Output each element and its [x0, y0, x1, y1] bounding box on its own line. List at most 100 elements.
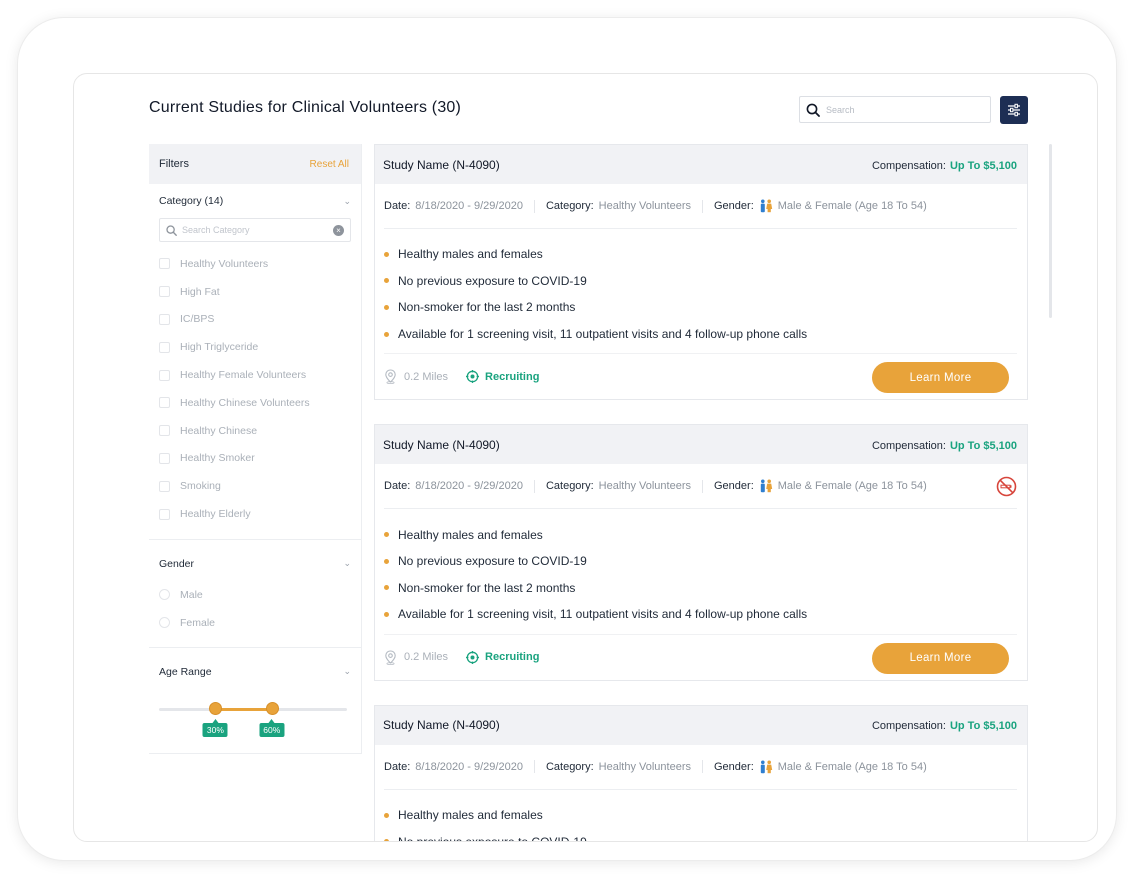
reset-all-link[interactable]: Reset All: [310, 159, 349, 170]
category-option[interactable]: Healthy Chinese: [159, 417, 351, 445]
category-option-label: Healthy Female Volunteers: [180, 369, 307, 382]
date-value: 8/18/2020 - 9/29/2020: [415, 760, 523, 773]
study-meta: Date: 8/18/2020 - 9/29/2020 Category: Healt…: [384, 184, 1017, 229]
checkbox[interactable]: [159, 341, 170, 353]
bullet-dot: [384, 611, 389, 617]
category-option-label: IC/BPS: [180, 313, 215, 326]
compensation-value: Up To $5,100: [949, 720, 1017, 733]
criteria-item: Non-smoker for the last 2 months: [384, 575, 1027, 602]
checkbox[interactable]: [159, 425, 170, 437]
bullet-dot: [384, 251, 389, 257]
category-value: Healthy Volunteers: [598, 480, 691, 493]
status-text: Recruiting: [485, 651, 540, 664]
radio-button[interactable]: [159, 589, 170, 601]
criteria-text: Available for 1 screening visit, 11 outp…: [398, 327, 808, 342]
checkbox[interactable]: [159, 258, 170, 270]
page-title: Current Studies for Clinical Volunteers …: [149, 99, 462, 116]
gender-option[interactable]: Female: [159, 609, 351, 637]
filter-settings-button[interactable]: [1000, 96, 1028, 124]
study-name[interactable]: Study Name (N-4090): [383, 438, 500, 452]
age-range-title: Age Range: [159, 665, 212, 678]
slider-max-label: 60%: [259, 718, 285, 737]
category-option[interactable]: Healthy Elderly: [159, 500, 351, 528]
checkbox[interactable]: [159, 480, 170, 492]
study-list: Study Name (N-4090) Compensation: Up To $5…: [374, 144, 1028, 842]
divider: [533, 199, 535, 213]
compensation-label: Compensation:: [871, 439, 946, 452]
study-card: Study Name (N-4090) Compensation: Up To $5…: [374, 144, 1028, 401]
slider-min-handle[interactable]: [209, 701, 223, 715]
category-option[interactable]: Smoking: [159, 472, 351, 500]
criteria-item: No previous exposure to COVID-19: [384, 548, 1027, 575]
gender-option[interactable]: Male: [159, 581, 351, 609]
age-range-slider[interactable]: 30% 60%: [159, 690, 351, 752]
criteria-item: Healthy males and females: [384, 241, 1027, 268]
gender-label: Gender:: [714, 760, 754, 773]
divider: [533, 760, 535, 774]
study-name[interactable]: Study Name (N-4090): [383, 718, 500, 732]
checkbox[interactable]: [159, 286, 170, 298]
no-smoking-icon: [996, 477, 1017, 497]
age-range-section-header[interactable]: Age Range ⌄: [159, 648, 351, 696]
gender-label: Gender:: [714, 200, 754, 212]
criteria-text: No previous exposure to COVID-19: [398, 554, 587, 569]
search-box[interactable]: [799, 96, 991, 123]
category-option[interactable]: Healthy Female Volunteers: [159, 361, 351, 389]
divider: [702, 199, 703, 213]
chevron-down-icon[interactable]: ⌄: [343, 196, 351, 207]
category-option-label: Smoking: [180, 480, 221, 493]
chevron-down-icon[interactable]: ⌄: [343, 666, 351, 677]
category-option[interactable]: IC/BPS: [159, 306, 351, 334]
category-option[interactable]: High Fat: [159, 278, 351, 306]
learn-more-button[interactable]: Learn More: [872, 362, 1009, 394]
clear-icon[interactable]: ×: [333, 224, 344, 236]
category-section-header[interactable]: Category (14) ⌄: [159, 184, 351, 218]
chevron-down-icon[interactable]: ⌄: [343, 558, 351, 569]
scrollbar[interactable]: [1049, 144, 1052, 318]
search-input[interactable]: [826, 104, 976, 115]
criteria-item: No previous exposure to COVID-19: [384, 828, 1027, 842]
category-title: Category (14): [159, 195, 224, 207]
checkbox[interactable]: [159, 397, 170, 409]
checkbox[interactable]: [159, 452, 170, 464]
gender-label: Gender:: [714, 480, 754, 493]
category-option[interactable]: Healthy Chinese Volunteers: [159, 389, 351, 417]
status-text: Recruiting: [485, 370, 540, 383]
category-search-box[interactable]: ×: [159, 218, 351, 242]
compensation-label: Compensation:: [871, 159, 946, 172]
category-option[interactable]: High Triglyceride: [159, 333, 351, 361]
bullet-dot: [384, 585, 389, 591]
divider: [702, 760, 703, 774]
slider-max-handle[interactable]: [265, 701, 279, 715]
criteria-text: No previous exposure to COVID-19: [398, 834, 587, 842]
category-option-label: Healthy Chinese: [180, 424, 258, 437]
gender-icon: [760, 760, 772, 773]
age-range-section: Age Range ⌄ 30% 60%: [149, 648, 361, 752]
study-name[interactable]: Study Name (N-4090): [383, 158, 500, 172]
checkbox[interactable]: [159, 313, 170, 325]
learn-more-button[interactable]: Learn More: [872, 642, 1009, 674]
category-option[interactable]: Healthy Smoker: [159, 445, 351, 473]
compensation-value: Up To $5,100: [949, 439, 1017, 452]
compensation-value: Up To $5,100: [949, 159, 1017, 172]
location-pin-icon: [385, 369, 396, 385]
distance: 0.2 Miles: [384, 369, 449, 385]
checkbox[interactable]: [159, 369, 170, 381]
bullet-dot: [384, 839, 389, 841]
radio-button[interactable]: [159, 617, 170, 629]
checkbox[interactable]: [159, 508, 170, 520]
search-icon: [806, 103, 820, 117]
distance-value: 0.2 Miles: [404, 370, 449, 383]
study-card-footer: 0.2 Miles Recruiting Learn More: [384, 353, 1017, 399]
category-list: Healthy Volunteers High Fat IC/BPS High Tri…: [159, 250, 351, 528]
criteria-text: No previous exposure to COVID-19: [398, 273, 587, 288]
slider-track[interactable]: [159, 701, 347, 715]
category-search-input[interactable]: [182, 225, 333, 235]
bullet-dot: [384, 278, 389, 284]
filters-title: Filters: [159, 158, 189, 170]
gender-title: Gender: [159, 557, 195, 570]
category-option-label: High Triglyceride: [180, 341, 259, 354]
category-option-label: Healthy Chinese Volunteers: [180, 396, 310, 409]
category-option[interactable]: Healthy Volunteers: [159, 250, 351, 278]
compensation: Compensation: Up To $5,100: [872, 716, 1017, 734]
